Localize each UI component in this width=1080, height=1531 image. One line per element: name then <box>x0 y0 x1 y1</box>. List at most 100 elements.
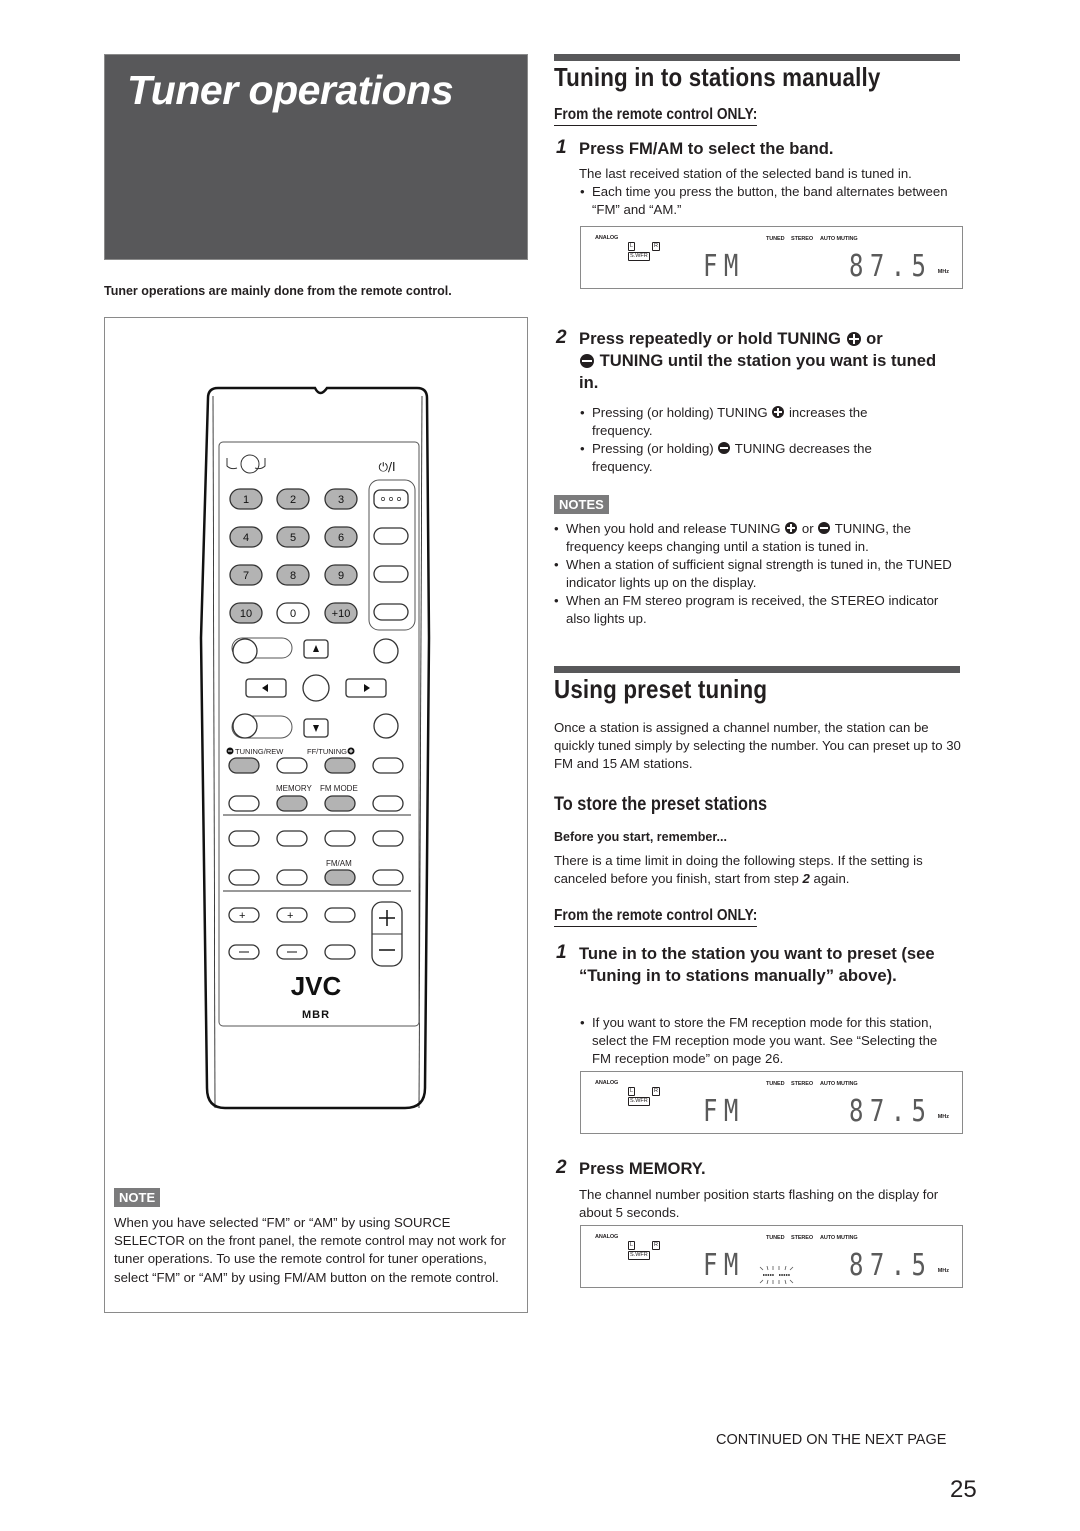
display-frequency: 87.5 <box>849 249 933 284</box>
display-swfr: S.WFR <box>628 1251 650 1260</box>
remote-center-button <box>302 674 330 702</box>
remote-tuning-rew-button <box>228 757 260 774</box>
plus-icon: + <box>239 910 245 922</box>
display-auto-muting: AUTO MUTING <box>820 1235 858 1241</box>
bullet-item: If you want to store the FM reception mo… <box>579 1014 939 1069</box>
display-stereo: STEREO <box>791 236 814 242</box>
note-text: When you hold and release TUNING <box>566 521 781 536</box>
display-stereo: STEREO <box>791 1235 814 1241</box>
tuning-plus-icon <box>785 522 798 534</box>
display-band: FM <box>703 1248 745 1283</box>
bullet-item: Each time you press the button, the band… <box>579 183 949 219</box>
display-unit: MHz <box>937 1268 949 1274</box>
remote-control-illustration: 1 2 34 5 67 8 910 0 +10 TUNING/REW FF/TUNING MEM <box>199 386 431 1110</box>
display-l: L <box>628 1087 636 1096</box>
flashing-channel-icon <box>759 1266 794 1284</box>
remote-label-fm-mode: FM MODE <box>320 784 358 793</box>
remote-fm-am-button <box>324 869 356 886</box>
remote-number-key-label: 5 <box>290 532 296 544</box>
remote-number-key-label: +10 <box>332 608 351 620</box>
heading-store-preset: To store the preset stations <box>554 794 768 815</box>
remote-number-key-label: 6 <box>338 532 344 544</box>
display-r: R <box>652 1087 660 1096</box>
remote-number-key-label: 1 <box>243 494 249 506</box>
step-number: 2 <box>556 1157 567 1178</box>
step-number: 1 <box>556 942 567 963</box>
display-band: FM <box>703 1094 745 1129</box>
continued-notice: CONTINUED ON THE NEXT PAGE <box>716 1432 947 1448</box>
fm-display-panel: ANALOG L R S.WFR TUNED STEREO AUTO MUTIN… <box>580 1071 963 1134</box>
note-label: NOTE <box>114 1188 161 1207</box>
bullet-item: Pressing (or holding) TUNING increases t… <box>579 404 919 440</box>
remote-power-button <box>373 489 409 509</box>
section-divider <box>554 666 960 673</box>
bullet-item: Pressing (or holding) TUNING decreases t… <box>579 440 919 476</box>
remote-brand-logo: JVC <box>291 971 342 1001</box>
step-title-part: or <box>866 329 883 348</box>
remote-illustration-box: 1 2 3 4 5 6 7 8 9 10 0 +10 TUNING/REW FF/TUNING MEM <box>104 317 528 1313</box>
preset-intro: Once a station is assigned a channel num… <box>554 720 961 772</box>
before-start-label: Before you start, remember... <box>554 830 727 844</box>
remote-memory-button <box>276 795 308 812</box>
display-r: R <box>652 1241 660 1250</box>
tuning-plus-icon <box>846 332 861 346</box>
heading-tuning-manually: Tuning in to stations manually <box>554 62 881 92</box>
remote-number-key-label: 7 <box>243 570 249 582</box>
step-title-part: TUNING until the station you want is tun… <box>579 351 937 392</box>
display-stereo: STEREO <box>791 1081 814 1087</box>
display-tuned: TUNED <box>766 1235 785 1241</box>
power-icon: ⏻/I <box>378 460 395 474</box>
display-unit: MHz <box>937 269 949 275</box>
display-auto-muting: AUTO MUTING <box>820 1081 858 1087</box>
display-l: L <box>628 1241 636 1250</box>
before-text: again. <box>813 871 850 887</box>
remote-label-tuning-rew: TUNING/REW <box>235 747 284 756</box>
note-item: When an FM stereo program is received, t… <box>553 592 953 628</box>
remote-number-key-label: 8 <box>290 570 296 582</box>
remote-fm-mode-button <box>324 795 356 812</box>
step-title: Tune in to the station you want to prese… <box>579 944 935 985</box>
step-title: Press FM/AM to select the band. <box>579 139 834 158</box>
display-band: FM <box>703 249 745 284</box>
display-l: L <box>628 242 636 251</box>
step-number: 2 <box>556 327 567 348</box>
bullet-text: Pressing (or holding) TUNING <box>592 405 768 420</box>
before-start-text: There is a time limit in doing the follo… <box>554 852 964 888</box>
chapter-title: Tuner operations <box>127 67 454 113</box>
display-unit: MHz <box>937 1114 949 1120</box>
remote-number-key-label: 10 <box>240 608 252 620</box>
note-text: or <box>801 521 814 536</box>
display-analog: ANALOG <box>595 1080 619 1086</box>
subheading-remote-only: From the remote control ONLY: <box>554 907 758 927</box>
before-text: There is a time limit in doing the follo… <box>554 853 923 887</box>
step-title-part: Press repeatedly or hold TUNING <box>579 329 841 348</box>
remote-number-key-label: 0 <box>290 608 296 620</box>
step-reference: 2 <box>802 871 810 887</box>
remote-label-fm-am: FM/AM <box>326 859 352 868</box>
step-body: The last received station of the selecte… <box>579 166 912 181</box>
remote-number-key-label: 4 <box>243 532 249 544</box>
bullet-text: Pressing (or holding) <box>592 441 714 456</box>
notes-label: NOTES <box>554 495 609 514</box>
chapter-caption: Tuner operations are mainly done from th… <box>104 284 452 298</box>
heading-preset-tuning: Using preset tuning <box>554 674 768 704</box>
note-text: When you have selected “FM” or “AM” by u… <box>114 1215 506 1285</box>
section-divider <box>554 54 960 61</box>
plus-icon: + <box>287 910 293 922</box>
tuning-plus-icon <box>772 406 785 418</box>
page-number: 25 <box>950 1476 977 1503</box>
display-frequency: 87.5 <box>849 1248 933 1283</box>
display-r: R <box>652 242 660 251</box>
remote-number-key-label: 3 <box>338 494 344 506</box>
display-auto-muting: AUTO MUTING <box>820 236 858 242</box>
remote-sub-brand-logo: MBR <box>302 1009 330 1021</box>
chapter-banner: Tuner operations <box>104 54 528 260</box>
display-analog: ANALOG <box>595 235 619 241</box>
fm-display-panel: ANALOG L R S.WFR TUNED STEREO AUTO MUTIN… <box>580 226 963 289</box>
display-tuned: TUNED <box>766 236 785 242</box>
remote-label-ff-tuning: FF/TUNING <box>307 747 347 756</box>
remote-number-key-label: 9 <box>338 570 344 582</box>
remote-ff-tuning-button <box>324 757 356 774</box>
display-swfr: S.WFR <box>628 1097 650 1106</box>
tuning-minus-icon <box>818 522 831 534</box>
